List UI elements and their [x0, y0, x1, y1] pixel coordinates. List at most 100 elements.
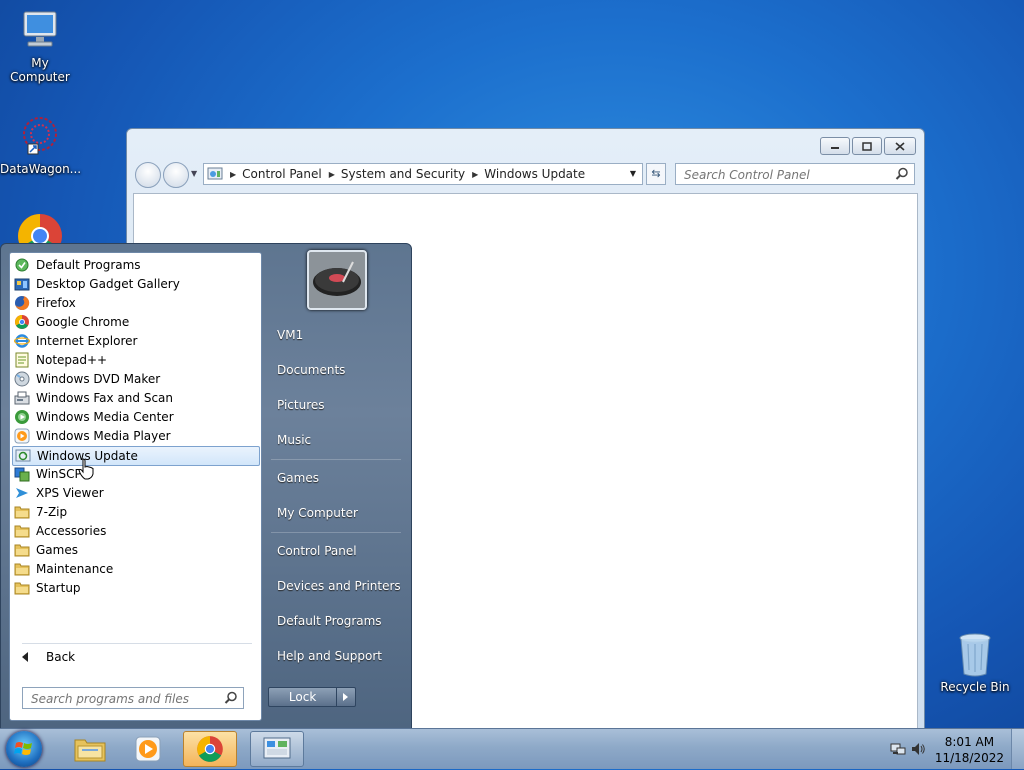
program-item[interactable]: Startup [12, 579, 258, 597]
gadget-gallery-icon [14, 276, 30, 292]
program-item[interactable]: 7-Zip [12, 503, 258, 521]
close-button[interactable] [884, 137, 916, 155]
start-search-input[interactable] [29, 691, 223, 707]
address-dropdown-icon[interactable]: ▼ [630, 169, 636, 178]
taskbar-clock[interactable]: 8:01 AM 11/18/2022 [935, 734, 1004, 766]
program-item[interactable]: Firefox [12, 294, 258, 312]
window-controls [820, 137, 916, 155]
user-avatar[interactable] [307, 250, 367, 310]
program-item[interactable]: Games [12, 541, 258, 559]
fax-scan-icon [14, 390, 30, 406]
computer-icon [23, 11, 57, 47]
program-item[interactable]: Desktop Gadget Gallery [12, 275, 258, 293]
program-label: Accessories [36, 524, 107, 538]
program-label: Firefox [36, 296, 76, 310]
start-link-devices-and-printers[interactable]: Devices and Printers [277, 579, 401, 593]
taskbar-explorer[interactable] [64, 731, 116, 767]
search-icon[interactable] [895, 167, 909, 181]
media-player-icon [135, 736, 161, 762]
program-item[interactable]: Default Programs [12, 256, 258, 274]
desktop-icon-datawagon[interactable]: DataWagon... [0, 112, 81, 176]
lock-button[interactable]: Lock [268, 687, 338, 707]
breadcrumb-system-security[interactable]: System and Security [341, 167, 465, 181]
start-button[interactable] [6, 731, 42, 767]
start-link-documents[interactable]: Documents [277, 363, 345, 377]
program-label: Windows Media Center [36, 410, 174, 424]
start-link-music[interactable]: Music [277, 433, 311, 447]
taskbar-chrome[interactable] [183, 731, 237, 767]
program-label: Windows Media Player [36, 429, 171, 443]
shutdown-options-arrow-icon[interactable] [337, 687, 356, 707]
program-item[interactable]: Windows Update [12, 446, 260, 466]
address-bar[interactable]: ▶ Control Panel ▶ System and Security ▶ … [203, 163, 643, 185]
windows-logo-icon [14, 742, 32, 755]
program-item[interactable]: Maintenance [12, 560, 258, 578]
control-panel-search-input[interactable] [682, 167, 886, 183]
forward-nav-button[interactable] [163, 162, 189, 188]
program-item[interactable]: Windows Media Player [12, 427, 258, 445]
program-item[interactable]: Windows Fax and Scan [12, 389, 258, 407]
clock-date: 11/18/2022 [934, 751, 1004, 765]
breadcrumb-control-panel[interactable]: Control Panel [242, 167, 322, 181]
breadcrumb-separator-icon: ▶ [472, 169, 479, 179]
right-pane-divider [271, 459, 401, 460]
program-label: Maintenance [36, 562, 114, 576]
desktop-icon-label: My Computer [10, 56, 70, 84]
start-search-box[interactable] [22, 687, 244, 709]
programs-pane: Default Programs Desktop Gadget Gallery Fi… [9, 252, 262, 721]
desktop-icon-my-computer[interactable]: My Computer [0, 8, 80, 84]
taskbar-control-panel[interactable] [250, 731, 304, 767]
folder-icon [14, 542, 30, 558]
program-label: Windows DVD Maker [36, 372, 161, 386]
programs-divider [22, 643, 252, 644]
dvd-maker-icon [14, 371, 30, 387]
start-menu: Default Programs Desktop Gadget Gallery Fi… [0, 243, 412, 729]
control-panel-search[interactable] [675, 163, 915, 185]
network-icon[interactable] [890, 741, 906, 757]
xps-viewer-icon [14, 485, 30, 501]
program-item[interactable]: XPS Viewer [12, 484, 258, 502]
program-item[interactable]: Windows Media Center [12, 408, 258, 426]
show-desktop-button[interactable] [1011, 729, 1024, 769]
program-label: 7-Zip [36, 505, 68, 519]
maximize-button[interactable] [852, 137, 882, 155]
start-link-my-computer[interactable]: My Computer [277, 506, 358, 520]
start-link-help-and-support[interactable]: Help and Support [277, 649, 382, 663]
program-item[interactable]: Google Chrome [12, 313, 258, 331]
program-item[interactable]: Notepad++ [12, 351, 258, 369]
program-item[interactable]: WinSCP [12, 465, 258, 483]
maximize-icon [862, 141, 872, 151]
program-label: Startup [36, 581, 81, 595]
program-label: Default Programs [36, 258, 141, 272]
breadcrumb-windows-update[interactable]: Windows Update [484, 167, 585, 181]
turntable-icon [309, 252, 365, 308]
minimize-icon [831, 147, 839, 149]
taskbar-media-player[interactable] [122, 731, 174, 767]
program-label: XPS Viewer [36, 486, 104, 500]
search-icon[interactable] [224, 691, 238, 705]
program-item[interactable]: Accessories [12, 522, 258, 540]
back-nav-button[interactable] [135, 162, 161, 188]
volume-icon[interactable] [910, 741, 926, 757]
recent-pages-chevron-icon[interactable]: ▼ [191, 169, 197, 178]
start-link-pictures[interactable]: Pictures [277, 398, 325, 412]
program-item[interactable]: Windows DVD Maker [12, 370, 258, 388]
desktop-icon-recycle-bin[interactable]: Recycle Bin [935, 630, 1015, 694]
minimize-button[interactable] [820, 137, 850, 155]
refresh-button[interactable]: ⇆ [646, 163, 666, 185]
program-label: WinSCP [36, 467, 82, 481]
start-link-vm1[interactable]: VM1 [277, 328, 303, 342]
internet-explorer-icon [14, 333, 30, 349]
folder-icon [14, 523, 30, 539]
start-link-control-panel[interactable]: Control Panel [277, 544, 357, 558]
folder-icon [14, 504, 30, 520]
program-item[interactable]: Internet Explorer [12, 332, 258, 350]
back-button[interactable]: Back [18, 650, 75, 664]
default-programs-icon [14, 257, 30, 273]
taskbar: 8:01 AM 11/18/2022 [0, 728, 1024, 769]
program-label: Games [36, 543, 78, 557]
start-link-default-programs[interactable]: Default Programs [277, 614, 382, 628]
notepad-plus-plus-icon [14, 352, 30, 368]
start-link-games[interactable]: Games [277, 471, 319, 485]
chrome-icon [14, 314, 30, 330]
